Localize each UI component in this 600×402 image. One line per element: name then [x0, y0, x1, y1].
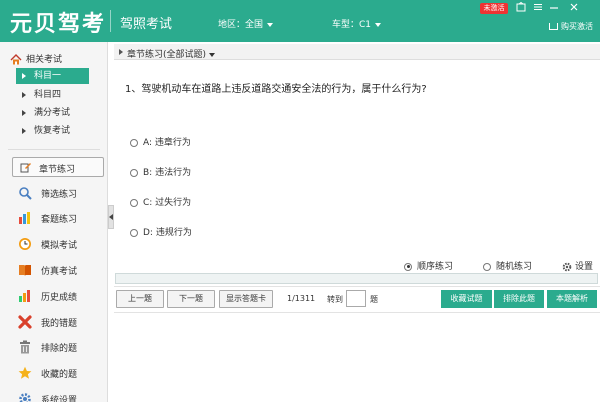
skin-icon[interactable]: [514, 1, 528, 14]
subject-label: 恢复考试: [34, 126, 71, 136]
header-divider: [110, 10, 111, 32]
option-c[interactable]: C: 过失行为: [130, 195, 191, 209]
radio-icon[interactable]: [130, 138, 138, 147]
app-header: 元贝驾考 驾照考试 地区：全国 车型：C1 未激活 购买激活: [0, 0, 600, 42]
sidebar-collapse-handle[interactable]: [108, 205, 114, 229]
divider: [114, 286, 600, 287]
activation-badge[interactable]: 未激活: [480, 3, 508, 14]
gear-icon: [562, 262, 572, 271]
search-icon: [19, 187, 32, 200]
chevron-down-icon: [267, 22, 274, 27]
subject-item-4[interactable]: 科目四: [16, 87, 89, 103]
option-a[interactable]: A: 违章行为: [130, 135, 191, 149]
question-text: 1、驾驶机动车在道路上违反道路交通安全法的行为，属于什么行为?: [125, 84, 427, 95]
option-b[interactable]: B: 违法行为: [130, 165, 191, 179]
chevron-down-icon: [375, 22, 382, 27]
star-icon: [18, 366, 32, 379]
option-label: B: 违法行为: [143, 168, 192, 178]
close-icon[interactable]: [567, 2, 581, 14]
sidebar-item-label: 模拟考试: [41, 241, 78, 251]
gear-icon: [19, 393, 31, 402]
chapter-practice-label: 章节练习: [39, 165, 76, 175]
subject-label: 科目四: [34, 90, 62, 100]
mode-label: 顺序练习: [417, 262, 454, 272]
breadcrumb-label: 章节练习(全部试题): [127, 47, 216, 60]
trash-icon: [20, 340, 30, 354]
sidebar-item-label: 系统设置: [41, 396, 78, 402]
option-label: C: 过失行为: [143, 198, 192, 208]
random-mode-radio[interactable]: 随机练习: [483, 259, 532, 272]
question-progress: 1/1311: [287, 294, 316, 303]
subject-label: 科目一: [34, 71, 62, 81]
minimize-icon[interactable]: [547, 2, 561, 14]
buy-label: 购买激活: [561, 22, 593, 31]
option-d[interactable]: D: 违规行为: [130, 225, 192, 239]
car-type-label: 车型：C1: [332, 20, 372, 30]
breadcrumb[interactable]: 章节练习(全部试题): [114, 44, 600, 60]
mode-label: 随机练习: [496, 262, 533, 272]
divider: [114, 312, 600, 313]
caret-right-icon: [22, 91, 26, 98]
sidebar-item-label: 我的错题: [41, 319, 78, 329]
radio-icon[interactable]: [130, 168, 138, 177]
chevron-down-icon: [209, 52, 216, 57]
settings-label: 设置: [575, 262, 594, 272]
radio-icon[interactable]: [483, 262, 491, 271]
buy-activation-button[interactable]: 购买激活: [549, 21, 593, 32]
cart-icon: [549, 23, 558, 30]
show-answer-card-button[interactable]: 显示答题卡: [219, 290, 273, 308]
caret-right-icon: [22, 72, 26, 79]
option-label: A: 违章行为: [143, 138, 191, 148]
book-icon: [19, 265, 31, 276]
subject-label: 满分考试: [34, 108, 71, 118]
prev-question-button[interactable]: 上一题: [116, 290, 164, 308]
favorite-question-button[interactable]: 收藏试题: [441, 290, 492, 308]
sidebar-item-label: 收藏的题: [41, 370, 78, 380]
clock-icon: [19, 238, 31, 250]
radio-icon[interactable]: [130, 228, 138, 237]
app-logo: 元贝驾考: [10, 12, 107, 37]
sequential-mode-radio[interactable]: 顺序练习: [404, 259, 453, 272]
edit-icon: [20, 163, 31, 173]
app-subtitle: 驾照考试: [120, 17, 173, 32]
cross-icon: [18, 315, 32, 329]
sidebar: 相关考试 科目一 科目四 满分考试 恢复考试 章节练习 筛选练习 套题练习 模拟…: [0, 42, 108, 402]
bar-chart-icon: [19, 212, 30, 224]
option-label: D: 违规行为: [143, 228, 192, 238]
sidebar-item-label: 仿真考试: [41, 267, 78, 277]
home-icon: [10, 54, 22, 65]
menu-icon[interactable]: [531, 2, 545, 14]
sidebar-item-label: 筛选练习: [41, 190, 78, 200]
radio-icon[interactable]: [130, 198, 138, 207]
chapter-practice-button[interactable]: 章节练习: [12, 157, 104, 177]
goto-label: 转到: [327, 295, 343, 304]
caret-right-icon: [22, 109, 26, 116]
exclude-question-button[interactable]: 排除此题: [494, 290, 544, 308]
region-label: 地区：全国: [218, 20, 264, 30]
history-icon: [19, 290, 30, 302]
settings-button[interactable]: 设置: [562, 259, 593, 272]
explanation-button[interactable]: 本题解析: [547, 290, 597, 308]
caret-right-icon: [119, 49, 123, 55]
answer-panel-scrollbar[interactable]: [115, 273, 598, 284]
sidebar-item-label: 套题练习: [41, 215, 78, 225]
sidebar-divider: [8, 149, 100, 150]
caret-right-icon: [22, 127, 26, 134]
sidebar-item-label: 历史成绩: [41, 293, 78, 303]
breadcrumb-text: 章节练习(全部试题): [127, 50, 207, 60]
region-selector[interactable]: 地区：全国: [218, 17, 274, 30]
next-question-button[interactable]: 下一题: [167, 290, 215, 308]
subject-item-full-score[interactable]: 满分考试: [16, 105, 89, 121]
goto-input[interactable]: [346, 290, 366, 307]
subject-item-restore[interactable]: 恢复考试: [16, 123, 89, 139]
related-exams-heading: 相关考试: [10, 52, 62, 65]
car-type-selector[interactable]: 车型：C1: [332, 17, 382, 30]
subject-item-1[interactable]: 科目一: [16, 68, 89, 84]
radio-icon[interactable]: [404, 262, 412, 271]
heading-label: 相关考试: [26, 55, 63, 65]
goto-suffix: 题: [370, 295, 378, 304]
sidebar-item-label: 排除的题: [41, 344, 78, 354]
